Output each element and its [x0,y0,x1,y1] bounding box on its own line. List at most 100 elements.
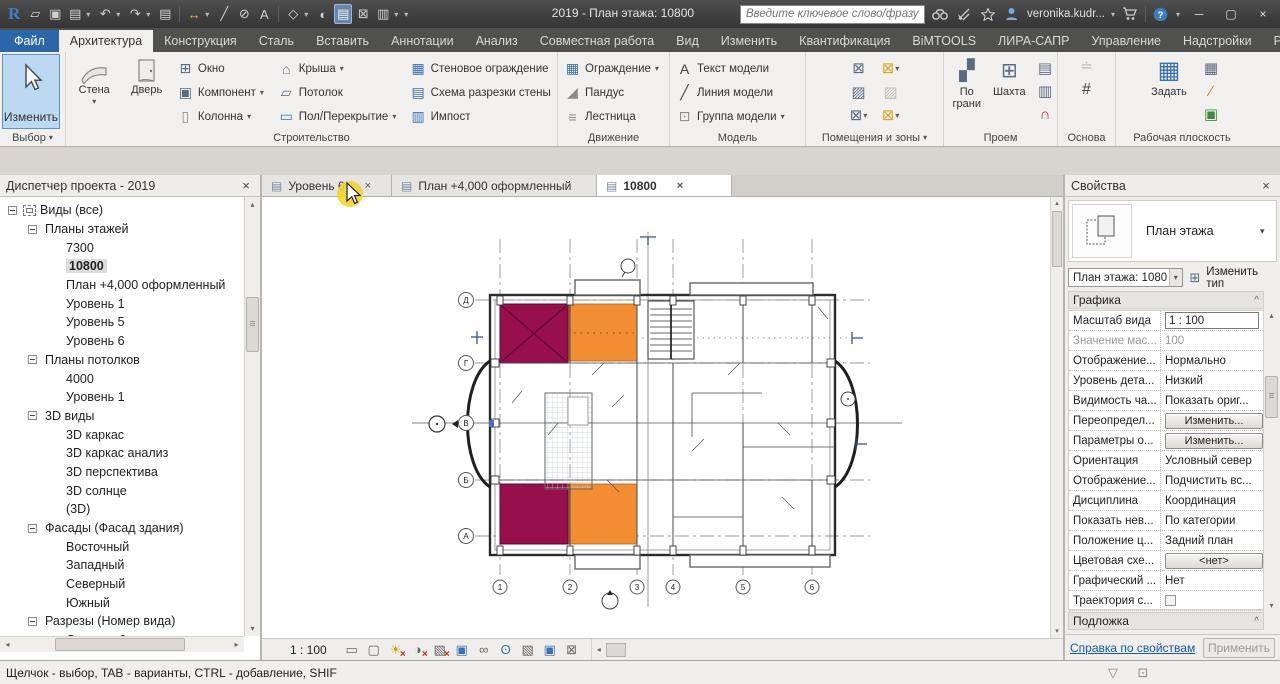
property-row[interactable]: Траектория с... [1069,591,1263,611]
curtain-grid-button[interactable]: ▤ Схема разрезки стены [408,81,553,104]
tab-architecture[interactable]: Архитектура [59,30,153,52]
tree-item-views[interactable]: Виды (все) [0,201,244,220]
property-value[interactable]: Нет [1161,575,1263,587]
tab-addins[interactable]: Надстройки [1172,30,1263,52]
project-browser-header[interactable]: Диспетчер проекта - 2019 × [0,175,260,197]
property-row[interactable]: Ориентация Условный север [1069,451,1263,471]
model-text-button[interactable]: A Текст модели [674,57,801,80]
scroll-thumb[interactable] [1052,211,1062,267]
user-caret-icon[interactable]: ▾ [1111,10,1115,19]
properties-help-link[interactable]: Справка по свойствам [1070,641,1195,655]
collapse-icon[interactable] [28,355,37,364]
view-tab-level6[interactable]: ▤ Уровень 6 × [262,175,392,196]
help-caret-icon[interactable]: ▾ [1176,10,1180,19]
scroll-left-icon[interactable]: ◂ [592,645,606,654]
temporary-hide-isolate-icon[interactable]: ∞ [474,641,494,659]
ramp-button[interactable]: ◢ Пандус [562,81,665,104]
property-row[interactable]: Отображение... Нормально [1069,351,1263,371]
scroll-thumb[interactable] [1265,376,1278,418]
reveal-hidden-elements-icon[interactable]: ʘ [496,641,516,659]
shaft-button[interactable]: ⊞ Шахта [990,55,1029,129]
workplane-viewer-button[interactable]: ▣ [1199,103,1223,125]
type-selector[interactable]: План этажа: 1080 ▾ [1068,268,1183,287]
visual-style-icon[interactable]: ▭ [342,641,362,659]
tag-area-button[interactable]: ⊠▾ [879,104,903,126]
property-value[interactable]: Координация [1161,495,1263,507]
view-caret-icon[interactable]: ▾ [304,10,312,19]
stamp-icon[interactable]: ▤ [66,4,84,24]
show-crop-region-icon[interactable]: ▣ [452,641,472,659]
wall-button[interactable]: Стена ▾ [70,55,118,129]
type-preview[interactable]: План этажа ▾ [1068,200,1277,262]
curtain-system-button[interactable]: ▦ Стеновое ограждение [408,57,553,80]
sun-path-checkbox[interactable] [1165,595,1176,606]
tag-room-button[interactable]: ▨ [847,81,871,103]
roof-button[interactable]: ⌂ Крыша ▾ [276,57,404,80]
tab-steel[interactable]: Сталь [248,30,305,52]
print-icon[interactable]: ▤ [156,4,174,24]
property-value[interactable]: По категории [1161,515,1263,527]
edit-type-button[interactable]: ⊞ Изменить тип [1187,266,1277,290]
edit-workplane-button[interactable]: ∕ [1199,80,1223,102]
show-workplane-button[interactable]: ▦ [1199,57,1223,79]
tree-item-view[interactable]: 7300 [0,238,244,257]
type-selector-caret-icon[interactable]: ▾ [1169,269,1182,286]
close-hidden-windows-icon[interactable]: ⊠ [354,4,372,24]
room-separator-button[interactable]: ⊠▾ [879,57,903,79]
tree-item-view[interactable]: 3D перспектива [0,463,244,482]
tree-item-view[interactable]: Южный [0,593,244,612]
scroll-up-icon[interactable]: ▴ [1051,197,1063,210]
color-scheme-button[interactable]: <нет> [1165,553,1263,569]
tab-precast[interactable]: Precast [1263,30,1280,52]
tree-item-sections[interactable]: Разрезы (Номер вида) [0,612,244,631]
panel-select-label[interactable]: Выбор ▾ [0,129,65,146]
section-underlay[interactable]: Подложка [1068,612,1264,630]
help-icon[interactable]: ? [1152,5,1170,23]
tree-item-view[interactable]: Уровень 6 [0,332,244,351]
tree-item-view[interactable]: 4000 [0,369,244,388]
tab-bimtools[interactable]: BiMTOOLS [901,30,987,52]
edit-display-options-button[interactable]: Изменить... [1165,433,1263,449]
type-dropdown-icon[interactable]: ▾ [1260,226,1276,237]
close-icon[interactable]: × [238,178,254,193]
tree-item-view[interactable]: 3D солнце [0,481,244,500]
property-value[interactable]: Показать ориг... [1161,395,1263,407]
collapse-icon[interactable] [28,617,37,626]
property-row[interactable]: Графический ... Нет [1069,571,1263,591]
property-row[interactable]: Отображение... Подчистить вс... [1069,471,1263,491]
property-value[interactable]: Подчистить вс... [1161,475,1263,487]
tab-collaborate[interactable]: Совместная работа [529,30,665,52]
close-tab-icon[interactable]: × [663,180,683,192]
model-line-button[interactable]: ╱ Линия модели [674,81,801,104]
selection-filter-icon[interactable]: ▽ [1103,664,1123,682]
app-store-cart-icon[interactable] [1121,5,1139,23]
section-graphics[interactable]: Графика [1068,291,1264,309]
scroll-thumb[interactable] [246,297,259,352]
dormer-opening-button[interactable]: ∩ [1033,103,1057,125]
tree-item-view[interactable]: Западный [0,556,244,575]
view-scale-button[interactable]: 1 : 100 [262,643,341,657]
default-3d-view-icon[interactable]: ◇ [284,4,302,24]
switch-windows-icon[interactable]: ▥ [374,4,392,24]
tree-item-view[interactable]: План +4,000 оформленный [0,276,244,295]
property-row[interactable]: Цветовая схе... <нет> [1069,551,1263,571]
tab-manage[interactable]: Управление [1081,30,1173,52]
property-value[interactable]: Низкий [1161,375,1263,387]
wall-opening-button[interactable]: ▤ [1033,57,1057,79]
scroll-down-icon[interactable]: ▾ [1051,625,1063,638]
property-value[interactable]: Задний план [1161,535,1263,547]
collapse-icon[interactable] [28,524,37,533]
tab-structure[interactable]: Конструкция [153,30,248,52]
browser-horizontal-scrollbar[interactable]: ◂ ▸ [0,636,244,652]
railing-button[interactable]: ▦ Ограждение ▾ [562,57,665,80]
scroll-down-icon[interactable]: ▾ [1264,598,1279,613]
tree-item-3d-views[interactable]: 3D виды [0,407,244,426]
set-workplane-button[interactable]: ▦ Задать [1143,55,1195,129]
scroll-right-icon[interactable]: ▸ [229,637,244,652]
tab-modify[interactable]: Изменить [710,30,788,52]
property-row[interactable]: Видимость ча... Показать ориг... [1069,391,1263,411]
select-elements-icon[interactable]: ⊡ [1133,664,1153,682]
communication-center-icon[interactable] [955,5,973,23]
user-name[interactable]: veronika.kudr... [1027,8,1105,20]
mullion-button[interactable]: ▥ Импост [408,105,553,128]
